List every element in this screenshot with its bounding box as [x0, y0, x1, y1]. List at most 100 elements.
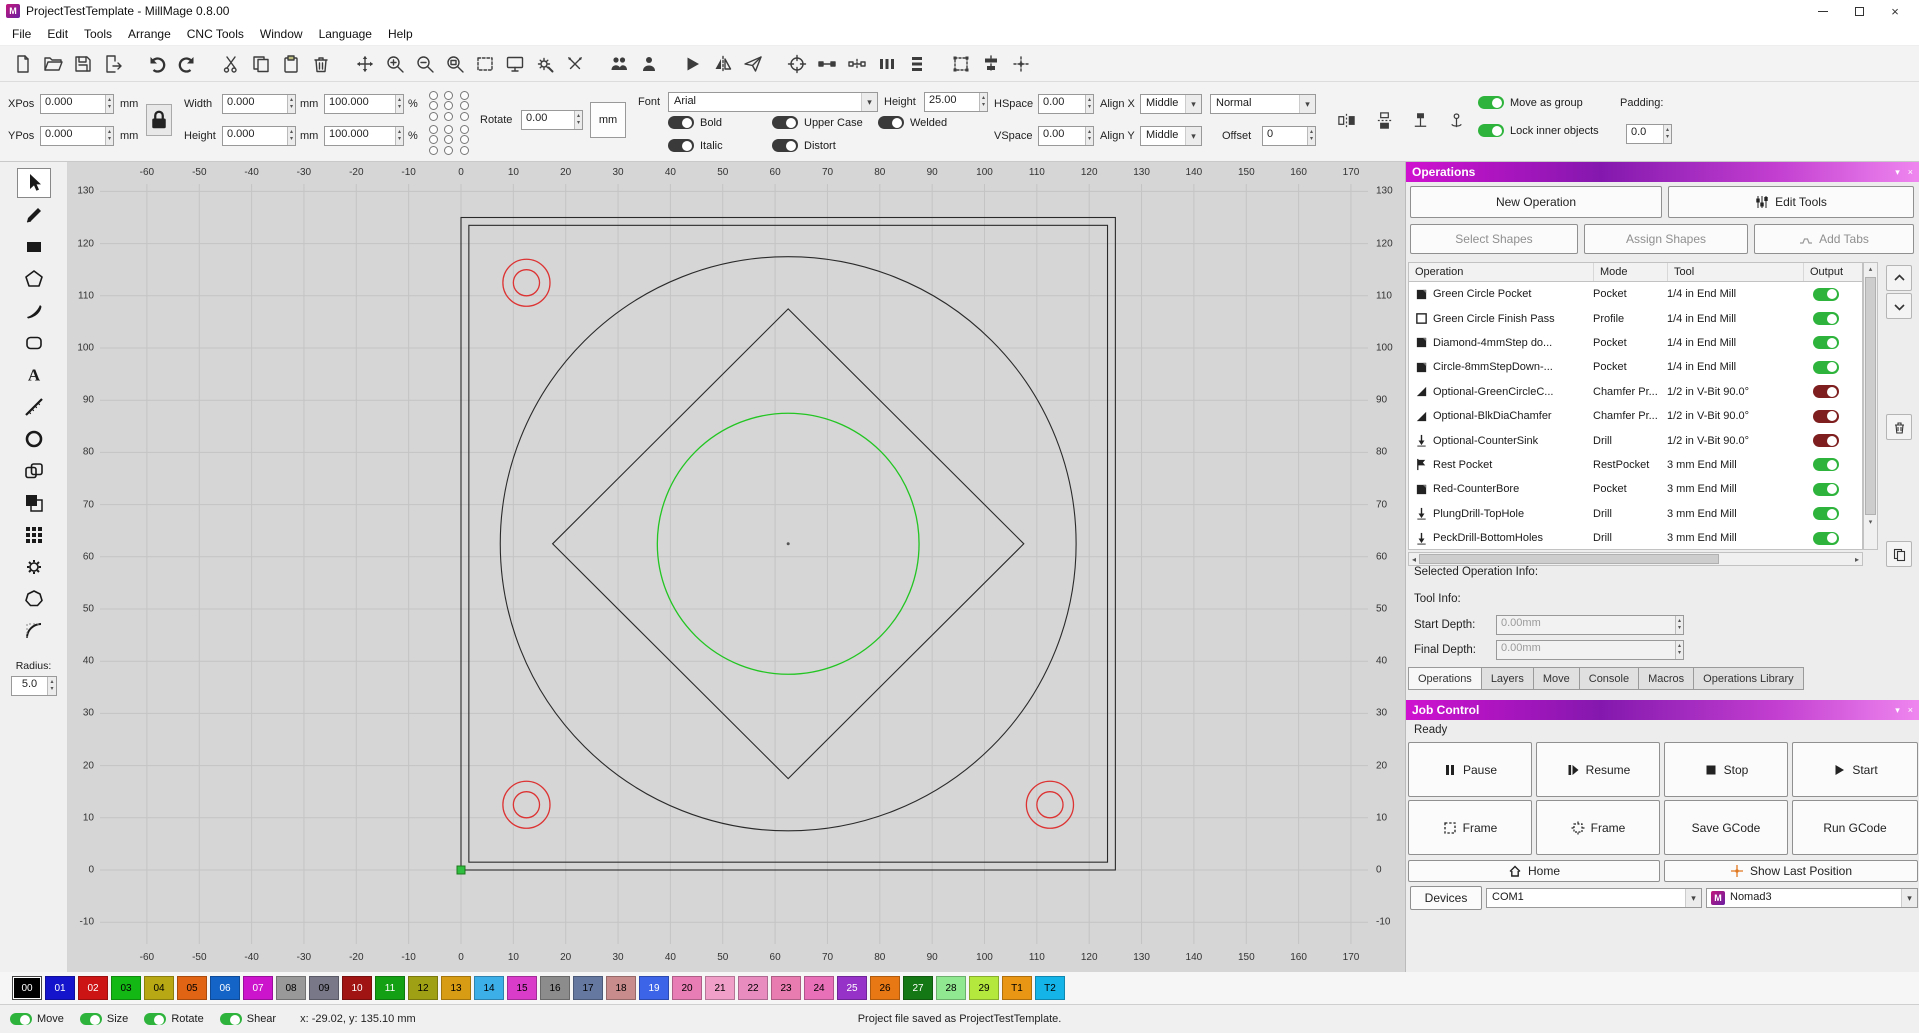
save-gcode-button[interactable]: Save GCode	[1664, 800, 1788, 855]
operation-row[interactable]: PlungDrill-TopHoleDrill3 mm End Mill	[1409, 502, 1862, 526]
close-button[interactable]: ×	[1877, 0, 1913, 22]
anchor-point[interactable]	[444, 101, 453, 110]
scroll-down-icon[interactable]: ▾	[1864, 516, 1877, 529]
frame-button[interactable]: Frame	[1408, 800, 1532, 855]
spinner-arrows[interactable]: ▴▾	[105, 127, 113, 145]
operation-row[interactable]: Optional-GreenCircleC...Chamfer Pr...1/2…	[1409, 380, 1862, 404]
toolbar-ungroup-button[interactable]	[634, 49, 664, 79]
toolbar-folder-open-button[interactable]	[38, 49, 68, 79]
toolbar-origin-button[interactable]	[1006, 49, 1036, 79]
menu-help[interactable]: Help	[380, 24, 421, 44]
lock-inner-objects-toggle[interactable]: Lock inner objects	[1478, 124, 1599, 137]
tool-offset-button[interactable]	[17, 456, 51, 486]
operation-row[interactable]: Circle-8mmStepDown-...Pocket1/4 in End M…	[1409, 355, 1862, 379]
anchor-point[interactable]	[460, 101, 469, 110]
run-gcode-button[interactable]: Run GCode	[1792, 800, 1918, 855]
tool-arc-button[interactable]	[17, 616, 51, 646]
toolbar-zoom-sel-button[interactable]	[440, 49, 470, 79]
anchor-point[interactable]	[429, 101, 438, 110]
output-toggle[interactable]	[1813, 361, 1839, 374]
operation-row[interactable]: PeckDrill-BottomHolesDrill3 mm End Mill	[1409, 526, 1862, 550]
tab-move[interactable]: Move	[1534, 667, 1580, 690]
swatch-10[interactable]: 10	[342, 976, 372, 1000]
xpos-input[interactable]: 0.000▴▾	[40, 94, 114, 114]
padding-input[interactable]: 0.0▴▾	[1626, 124, 1672, 144]
tool-ellipse-button[interactable]	[17, 424, 51, 454]
anchor-point[interactable]	[429, 135, 438, 144]
menu-file[interactable]: File	[4, 24, 39, 44]
anchor-point[interactable]	[429, 112, 438, 121]
toolbar-distribute-v-button[interactable]	[902, 49, 932, 79]
anchor-point[interactable]	[444, 112, 453, 121]
tab-console[interactable]: Console	[1580, 667, 1639, 690]
anchor-button[interactable]	[1442, 105, 1470, 135]
align-y-select[interactable]: Middle▾	[1140, 126, 1202, 146]
swatch-01[interactable]: 01	[45, 976, 75, 1000]
final-depth-input[interactable]: 0.00mm▴▾	[1496, 640, 1684, 660]
operation-row[interactable]: Green Circle PocketPocket1/4 in End Mill	[1409, 282, 1862, 306]
tab-layers[interactable]: Layers	[1482, 667, 1534, 690]
width-input[interactable]: 0.000▴▾	[222, 94, 296, 114]
anchor-point[interactable]	[460, 112, 469, 121]
show-last-position-button[interactable]: Show Last Position	[1664, 860, 1918, 882]
italic-toggle[interactable]: Italic	[668, 139, 723, 152]
tab-macros[interactable]: Macros	[1639, 667, 1694, 690]
output-toggle[interactable]	[1813, 507, 1839, 520]
toolbar-save-button[interactable]	[68, 49, 98, 79]
swatch-03[interactable]: 03	[111, 976, 141, 1000]
tool-draw-button[interactable]	[17, 200, 51, 230]
swatch-06[interactable]: 06	[210, 976, 240, 1000]
output-toggle[interactable]	[1813, 483, 1839, 496]
operation-row[interactable]: Optional-BlkDiaChamferChamfer Pr...1/2 i…	[1409, 404, 1862, 428]
swatch-T2[interactable]: T2	[1035, 976, 1065, 1000]
pane-pin-icon[interactable]: ▾	[1895, 705, 1900, 716]
arrange-v-button[interactable]	[1370, 105, 1398, 135]
pane-close-icon[interactable]: ×	[1908, 167, 1913, 178]
assign-shapes-button[interactable]: Assign Shapes	[1584, 224, 1748, 254]
pause-button[interactable]: Pause	[1408, 742, 1532, 797]
port-select[interactable]: COM1▾	[1486, 888, 1702, 908]
welded-toggle[interactable]: Welded	[878, 116, 947, 129]
toolbar-bbox-button[interactable]	[946, 49, 976, 79]
toolbar-pan-button[interactable]	[350, 49, 380, 79]
swatch-07[interactable]: 07	[243, 976, 273, 1000]
pane-close-icon[interactable]: ×	[1908, 705, 1913, 716]
operation-row[interactable]: Red-CounterBorePocket3 mm End Mill	[1409, 477, 1862, 501]
tool-array-button[interactable]	[17, 520, 51, 550]
swatch-00[interactable]: 00	[12, 976, 42, 1000]
operations-vscrollbar[interactable]: ▴ ▾	[1863, 262, 1878, 550]
menu-arrange[interactable]: Arrange	[120, 24, 179, 44]
duplicate-operation-button[interactable]	[1886, 541, 1912, 567]
scroll-thumb[interactable]	[1419, 554, 1719, 564]
align-x-select[interactable]: Middle▾	[1140, 94, 1202, 114]
anchor-point[interactable]	[429, 91, 438, 100]
toolbar-machine-settings-button[interactable]	[530, 49, 560, 79]
output-toggle[interactable]	[1813, 434, 1839, 447]
menu-cnc-tools[interactable]: CNC Tools	[179, 24, 252, 44]
swatch-02[interactable]: 02	[78, 976, 108, 1000]
swatch-05[interactable]: 05	[177, 976, 207, 1000]
move-operation-up-button[interactable]	[1886, 265, 1912, 291]
toolbar-node-join-button[interactable]	[812, 49, 842, 79]
height-input[interactable]: 0.000▴▾	[222, 126, 296, 146]
toolbar-paste-button[interactable]	[276, 49, 306, 79]
anchor-point[interactable]	[429, 146, 438, 155]
operation-row[interactable]: Diamond-4mmStep do...Pocket1/4 in End Mi…	[1409, 331, 1862, 355]
swatch-20[interactable]: 20	[672, 976, 702, 1000]
menu-window[interactable]: Window	[252, 24, 311, 44]
toolbar-tools-button[interactable]	[560, 49, 590, 79]
start-button[interactable]: Start	[1792, 742, 1918, 797]
tool-select-button[interactable]	[17, 168, 51, 198]
operation-row[interactable]: Rest PocketRestPocket3 mm End Mill	[1409, 453, 1862, 477]
operation-row[interactable]: Green Circle Finish PassProfile1/4 in En…	[1409, 306, 1862, 330]
height-percent-input[interactable]: 100.000▴▾	[324, 126, 404, 146]
anchor-point[interactable]	[444, 125, 453, 134]
frame-outline-button[interactable]: Frame	[1536, 800, 1660, 855]
swatch-23[interactable]: 23	[771, 976, 801, 1000]
toolbar-simulate-button[interactable]	[678, 49, 708, 79]
swatch-04[interactable]: 04	[144, 976, 174, 1000]
scroll-right-icon[interactable]: ▸	[1852, 555, 1862, 564]
stop-button[interactable]: Stop	[1664, 742, 1788, 797]
swatch-27[interactable]: 27	[903, 976, 933, 1000]
canvas-area[interactable]: -60-50-40-30-20-100102030405060708090100…	[68, 162, 1405, 972]
